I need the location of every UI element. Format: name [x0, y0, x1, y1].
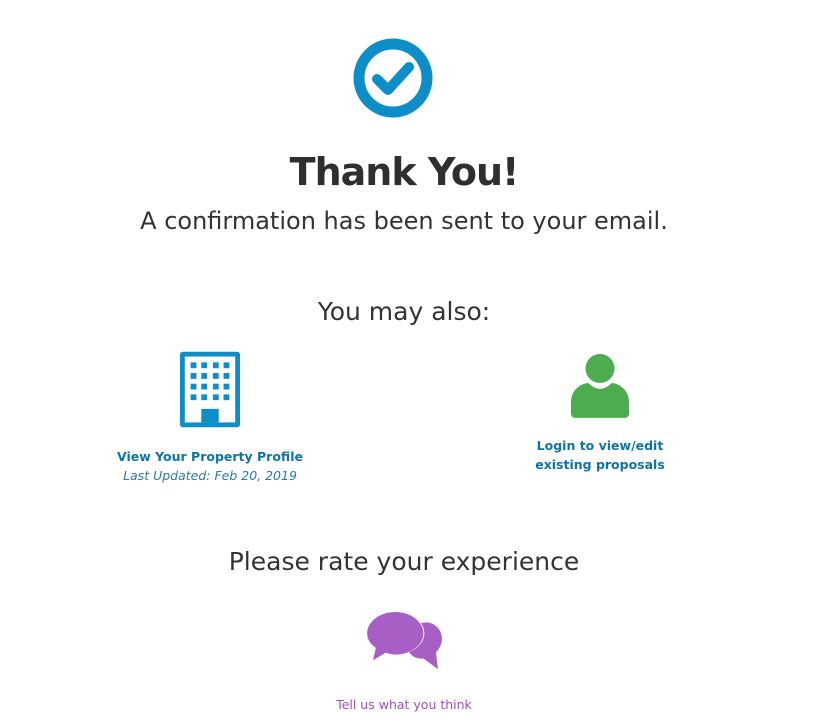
chat-bubbles-icon [366, 611, 442, 670]
view-property-profile-link[interactable]: View Your Property Profile [110, 447, 310, 466]
you-may-also-heading: You may also: [317, 297, 491, 326]
last-updated-text: Last Updated: Feb 20, 2019 [123, 468, 297, 483]
building-icon [179, 351, 241, 428]
login-option[interactable]: Login to view/edit existing proposals [500, 350, 700, 474]
tell-us-link[interactable]: Tell us what you think [304, 696, 504, 714]
user-icon [570, 353, 630, 418]
page-title: Thank You! [289, 150, 520, 194]
property-profile-option[interactable]: View Your Property Profile Last Updated:… [110, 350, 310, 485]
check-circle-icon [353, 38, 433, 118]
rate-experience-heading: Please rate your experience [228, 547, 580, 576]
feedback-option[interactable]: Tell us what you think [304, 610, 504, 714]
login-proposals-link[interactable]: Login to view/edit existing proposals [535, 436, 665, 474]
confirmation-message: A confirmation has been sent to your ema… [140, 207, 668, 235]
